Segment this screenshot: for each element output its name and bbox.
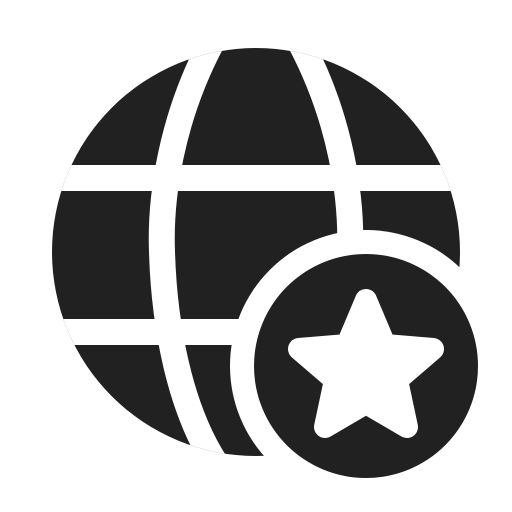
star-badge-icon: [254, 254, 478, 478]
globe-star-svg: [52, 48, 502, 502]
globe-star-icon: [0, 0, 512, 512]
